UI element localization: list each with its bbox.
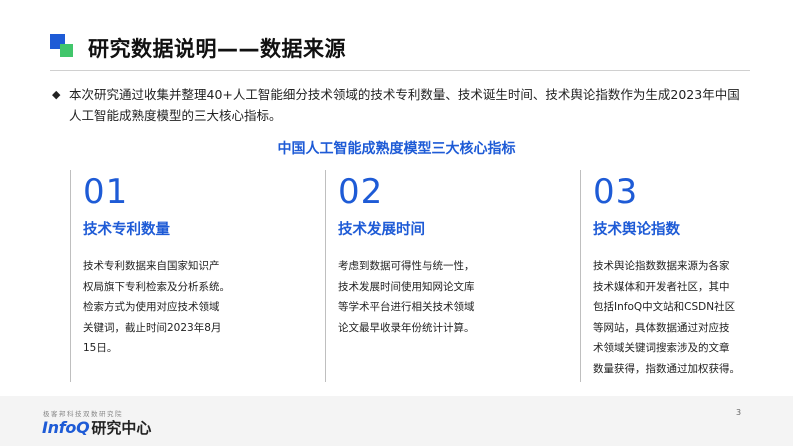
card-divider (580, 170, 581, 382)
card-body-line: 技术发展时间使用知网论文库 (338, 280, 475, 293)
card-number: 02 (338, 172, 384, 212)
card-body-line: 包括InfoQ中文站和CSDN社区 (593, 301, 736, 313)
card-body: 考虑到数据可得性与统一性， 技术发展时间使用知网论文库 等学术平台进行相关技术领… (338, 256, 513, 338)
intro-text: 本次研究通过收集并整理40+人工智能细分技术领域的技术专利数量、技术诞生时间、技… (69, 87, 740, 123)
card-divider (70, 170, 71, 382)
footer-brand-logo: InfoQ 研究中心 (42, 417, 151, 438)
page-number: 3 (736, 408, 742, 417)
diamond-bullet-icon: ◆ (52, 88, 61, 101)
card-body-line: 技术媒体和开发者社区，其中 (593, 280, 730, 293)
card-body-line: 等网站，具体数据通过对应技 (593, 321, 730, 334)
indicator-card-patents: 01 技术专利数量 技术专利数据来自国家知识产 权局旗下专利检索及分析系统。 检… (70, 170, 270, 382)
card-title: 技术发展时间 (338, 222, 425, 238)
card-divider (325, 170, 326, 382)
card-body-line: 检索方式为使用对应技术领域 (83, 301, 220, 313)
card-number: 03 (593, 172, 639, 212)
card-body-line: 技术舆论指数数据来源为各家 (593, 260, 730, 272)
section-subheading: 中国人工智能成熟度模型三大核心指标 (277, 141, 516, 157)
logo-mark-icon (50, 34, 76, 60)
intro-paragraph: ◆ 本次研究通过收集并整理40+人工智能细分技术领域的技术专利数量、技术诞生时间… (52, 84, 752, 126)
logo-green-square (60, 44, 73, 57)
indicator-card-development-time: 02 技术发展时间 考虑到数据可得性与统一性， 技术发展时间使用知网论文库 等学… (325, 170, 525, 382)
card-body-line: 15日。 (83, 342, 118, 354)
card-title: 技术专利数量 (83, 222, 170, 238)
card-body-line: 论文最早收录年份统计计算。 (338, 321, 475, 334)
indicator-card-public-opinion: 03 技术舆论指数 技术舆论指数数据来源为各家 技术媒体和开发者社区，其中 包括… (580, 170, 780, 382)
card-body-line: 术领域关键词搜索涉及的文章 (593, 342, 730, 354)
card-body-line: 等学术平台进行相关技术领域 (338, 301, 475, 313)
card-number: 01 (83, 172, 129, 212)
card-body-line: 权局旗下专利检索及分析系统。 (83, 280, 230, 293)
card-body: 技术专利数据来自国家知识产 权局旗下专利检索及分析系统。 检索方式为使用对应技术… (83, 256, 258, 359)
brand-research-center: 研究中心 (91, 419, 152, 437)
card-body-line: 关键词，截止时间2023年8月 (83, 321, 222, 334)
card-body-line: 考虑到数据可得性与统一性， (338, 260, 475, 272)
card-body-line: 技术专利数据来自国家知识产 (83, 260, 220, 272)
brand-infoq: InfoQ (42, 418, 90, 437)
card-body-line: 数量获得，指数通过加权获得。 (593, 362, 740, 375)
page-title: 研究数据说明——数据来源 (88, 37, 346, 61)
card-body: 技术舆论指数数据来源为各家 技术媒体和开发者社区，其中 包括InfoQ中文站和C… (593, 256, 768, 379)
title-divider (50, 70, 750, 71)
card-title: 技术舆论指数 (593, 222, 680, 238)
